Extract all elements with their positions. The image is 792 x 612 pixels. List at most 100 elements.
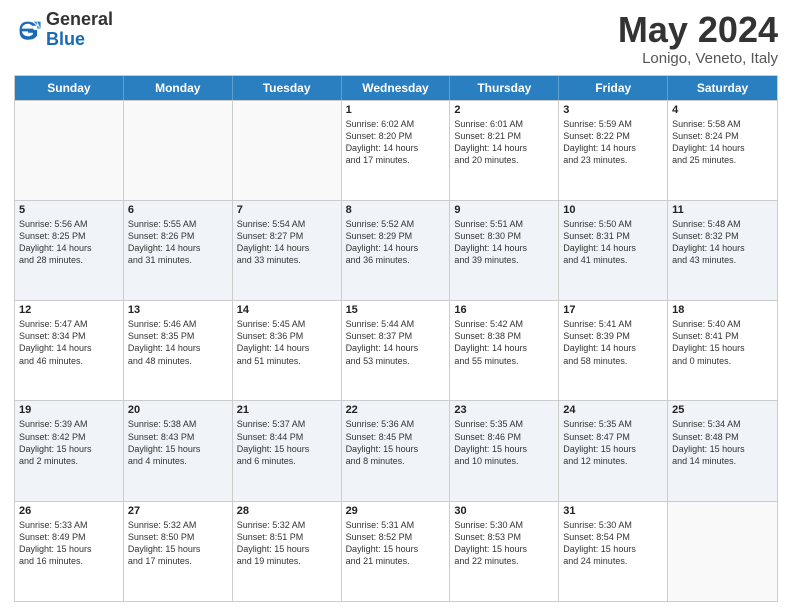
day-cell-20: 20 Sunrise: 5:38 AM Sunset: 8:43 PM Dayli… bbox=[124, 401, 233, 500]
day-info: Sunrise: 5:32 AM Sunset: 8:51 PM Dayligh… bbox=[237, 519, 337, 568]
calendar-row-5: 26Sunrise: 5:33 AM Sunset: 8:49 PM Dayli… bbox=[15, 501, 777, 601]
day-cell-3: 3 Sunrise: 5:59 AM Sunset: 8:22 PM Daylig… bbox=[559, 101, 668, 200]
day-number: 31 bbox=[563, 505, 663, 517]
day-number: 22 bbox=[346, 404, 446, 416]
calendar-subtitle: Lonigo, Veneto, Italy bbox=[618, 50, 778, 67]
day-info: Sunrise: 5:58 AM Sunset: 8:24 PM Dayligh… bbox=[672, 118, 773, 167]
day-cell-13: 13 Sunrise: 5:46 AM Sunset: 8:35 PM Dayli… bbox=[124, 301, 233, 400]
day-info: Sunrise: 5:46 AM Sunset: 8:35 PM Dayligh… bbox=[128, 318, 228, 367]
day-info: Sunrise: 5:31 AM Sunset: 8:52 PM Dayligh… bbox=[346, 519, 446, 568]
day-info: Sunrise: 5:52 AM Sunset: 8:29 PM Dayligh… bbox=[346, 218, 446, 267]
day-info: Sunrise: 5:42 AM Sunset: 8:38 PM Dayligh… bbox=[454, 318, 554, 367]
day-info: Sunrise: 5:54 AM Sunset: 8:27 PM Dayligh… bbox=[237, 218, 337, 267]
day-info: Sunrise: 5:51 AM Sunset: 8:30 PM Dayligh… bbox=[454, 218, 554, 267]
day-number: 9 bbox=[454, 204, 554, 216]
logo-text: General Blue bbox=[46, 10, 113, 50]
day-info: Sunrise: 5:37 AM Sunset: 8:44 PM Dayligh… bbox=[237, 418, 337, 467]
header-cell-monday: Monday bbox=[124, 76, 233, 100]
calendar-title: May 2024 bbox=[618, 10, 778, 50]
day-info: Sunrise: 5:36 AM Sunset: 8:45 PM Dayligh… bbox=[346, 418, 446, 467]
day-cell-28: 28 Sunrise: 5:32 AM Sunset: 8:51 PM Dayli… bbox=[233, 502, 342, 601]
day-cell-23: 23 Sunrise: 5:35 AM Sunset: 8:46 PM Dayli… bbox=[450, 401, 559, 500]
header-cell-sunday: Sunday bbox=[15, 76, 124, 100]
day-number: 19 bbox=[19, 404, 119, 416]
day-info: Sunrise: 6:02 AM Sunset: 8:20 PM Dayligh… bbox=[346, 118, 446, 167]
day-number: 20 bbox=[128, 404, 228, 416]
day-info: Sunrise: 5:56 AM Sunset: 8:25 PM Dayligh… bbox=[19, 218, 119, 267]
day-info: Sunrise: 5:39 AM Sunset: 8:42 PM Dayligh… bbox=[19, 418, 119, 467]
day-cell-19: 19 Sunrise: 5:39 AM Sunset: 8:42 PM Dayli… bbox=[15, 401, 124, 500]
calendar-row-3: 12 Sunrise: 5:47 AM Sunset: 8:34 PM Dayli… bbox=[15, 300, 777, 400]
day-cell-26: 26Sunrise: 5:33 AM Sunset: 8:49 PM Dayli… bbox=[15, 502, 124, 601]
day-number: 25 bbox=[672, 404, 773, 416]
day-cell-17: 17 Sunrise: 5:41 AM Sunset: 8:39 PM Dayli… bbox=[559, 301, 668, 400]
day-info: Sunrise: 5:45 AM Sunset: 8:36 PM Dayligh… bbox=[237, 318, 337, 367]
calendar-header: SundayMondayTuesdayWednesdayThursdayFrid… bbox=[15, 76, 777, 100]
day-cell-29: 29Sunrise: 5:31 AM Sunset: 8:52 PM Dayli… bbox=[342, 502, 451, 601]
day-number: 12 bbox=[19, 304, 119, 316]
logo: General Blue bbox=[14, 10, 113, 50]
day-cell-18: 18 Sunrise: 5:40 AM Sunset: 8:41 PM Dayli… bbox=[668, 301, 777, 400]
calendar-row-2: 5Sunrise: 5:56 AM Sunset: 8:25 PM Daylig… bbox=[15, 200, 777, 300]
day-cell-30: 30Sunrise: 5:30 AM Sunset: 8:53 PM Dayli… bbox=[450, 502, 559, 601]
day-info: Sunrise: 5:34 AM Sunset: 8:48 PM Dayligh… bbox=[672, 418, 773, 467]
empty-cell bbox=[668, 502, 777, 601]
empty-cell bbox=[124, 101, 233, 200]
day-info: Sunrise: 5:55 AM Sunset: 8:26 PM Dayligh… bbox=[128, 218, 228, 267]
day-number: 6 bbox=[128, 204, 228, 216]
empty-cell bbox=[233, 101, 342, 200]
day-number: 18 bbox=[672, 304, 773, 316]
day-cell-25: 25 Sunrise: 5:34 AM Sunset: 8:48 PM Dayli… bbox=[668, 401, 777, 500]
day-cell-2: 2 Sunrise: 6:01 AM Sunset: 8:21 PM Daylig… bbox=[450, 101, 559, 200]
day-info: Sunrise: 5:40 AM Sunset: 8:41 PM Dayligh… bbox=[672, 318, 773, 367]
day-info: Sunrise: 5:30 AM Sunset: 8:54 PM Dayligh… bbox=[563, 519, 663, 568]
header-cell-thursday: Thursday bbox=[450, 76, 559, 100]
day-info: Sunrise: 5:48 AM Sunset: 8:32 PM Dayligh… bbox=[672, 218, 773, 267]
day-number: 4 bbox=[672, 104, 773, 116]
day-cell-10: 10Sunrise: 5:50 AM Sunset: 8:31 PM Dayli… bbox=[559, 201, 668, 300]
day-number: 13 bbox=[128, 304, 228, 316]
day-number: 27 bbox=[128, 505, 228, 517]
day-cell-12: 12 Sunrise: 5:47 AM Sunset: 8:34 PM Dayli… bbox=[15, 301, 124, 400]
day-cell-24: 24 Sunrise: 5:35 AM Sunset: 8:47 PM Dayli… bbox=[559, 401, 668, 500]
day-info: Sunrise: 5:59 AM Sunset: 8:22 PM Dayligh… bbox=[563, 118, 663, 167]
day-info: Sunrise: 5:47 AM Sunset: 8:34 PM Dayligh… bbox=[19, 318, 119, 367]
day-number: 14 bbox=[237, 304, 337, 316]
day-info: Sunrise: 5:38 AM Sunset: 8:43 PM Dayligh… bbox=[128, 418, 228, 467]
day-number: 30 bbox=[454, 505, 554, 517]
calendar-row-4: 19 Sunrise: 5:39 AM Sunset: 8:42 PM Dayli… bbox=[15, 400, 777, 500]
calendar: SundayMondayTuesdayWednesdayThursdayFrid… bbox=[14, 75, 778, 602]
day-cell-5: 5Sunrise: 5:56 AM Sunset: 8:25 PM Daylig… bbox=[15, 201, 124, 300]
day-number: 8 bbox=[346, 204, 446, 216]
logo-line1: General bbox=[46, 10, 113, 30]
header-cell-saturday: Saturday bbox=[668, 76, 777, 100]
calendar-body: 1 Sunrise: 6:02 AM Sunset: 8:20 PM Daylig… bbox=[15, 100, 777, 601]
day-cell-21: 21Sunrise: 5:37 AM Sunset: 8:44 PM Dayli… bbox=[233, 401, 342, 500]
day-cell-1: 1 Sunrise: 6:02 AM Sunset: 8:20 PM Daylig… bbox=[342, 101, 451, 200]
logo-icon bbox=[14, 16, 42, 44]
day-cell-15: 15Sunrise: 5:44 AM Sunset: 8:37 PM Dayli… bbox=[342, 301, 451, 400]
day-cell-4: 4 Sunrise: 5:58 AM Sunset: 8:24 PM Daylig… bbox=[668, 101, 777, 200]
day-number: 23 bbox=[454, 404, 554, 416]
day-info: Sunrise: 5:33 AM Sunset: 8:49 PM Dayligh… bbox=[19, 519, 119, 568]
day-info: Sunrise: 5:41 AM Sunset: 8:39 PM Dayligh… bbox=[563, 318, 663, 367]
day-number: 2 bbox=[454, 104, 554, 116]
day-cell-27: 27 Sunrise: 5:32 AM Sunset: 8:50 PM Dayli… bbox=[124, 502, 233, 601]
day-info: Sunrise: 5:35 AM Sunset: 8:47 PM Dayligh… bbox=[563, 418, 663, 467]
header-cell-tuesday: Tuesday bbox=[233, 76, 342, 100]
day-info: Sunrise: 5:32 AM Sunset: 8:50 PM Dayligh… bbox=[128, 519, 228, 568]
day-number: 28 bbox=[237, 505, 337, 517]
day-number: 24 bbox=[563, 404, 663, 416]
calendar-row-1: 1 Sunrise: 6:02 AM Sunset: 8:20 PM Daylig… bbox=[15, 100, 777, 200]
day-cell-7: 7 Sunrise: 5:54 AM Sunset: 8:27 PM Daylig… bbox=[233, 201, 342, 300]
day-info: Sunrise: 5:44 AM Sunset: 8:37 PM Dayligh… bbox=[346, 318, 446, 367]
day-cell-11: 11Sunrise: 5:48 AM Sunset: 8:32 PM Dayli… bbox=[668, 201, 777, 300]
day-number: 1 bbox=[346, 104, 446, 116]
day-number: 7 bbox=[237, 204, 337, 216]
day-cell-22: 22 Sunrise: 5:36 AM Sunset: 8:45 PM Dayli… bbox=[342, 401, 451, 500]
day-info: Sunrise: 5:35 AM Sunset: 8:46 PM Dayligh… bbox=[454, 418, 554, 467]
day-number: 3 bbox=[563, 104, 663, 116]
header-cell-friday: Friday bbox=[559, 76, 668, 100]
day-number: 17 bbox=[563, 304, 663, 316]
day-info: Sunrise: 6:01 AM Sunset: 8:21 PM Dayligh… bbox=[454, 118, 554, 167]
